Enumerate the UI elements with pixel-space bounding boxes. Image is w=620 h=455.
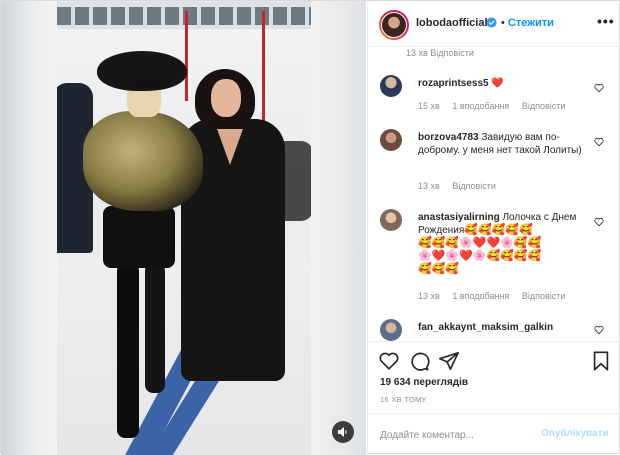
post-video[interactable]: [1, 1, 366, 455]
author-avatar[interactable]: [379, 10, 409, 40]
comment-emojis: 🥰🥰🥰: [418, 263, 460, 275]
heart-icon[interactable]: [594, 137, 604, 147]
reply-button[interactable]: Відповісти: [522, 101, 566, 111]
comment-text: borzova4783 Завидую вам по-доброму. у ме…: [418, 131, 588, 157]
commenter-avatar[interactable]: [380, 209, 402, 231]
comment-emojis: 🥰🥰🥰🥰🥰: [464, 224, 533, 236]
ceiling-lights: [57, 7, 311, 25]
post-header: lobodaofficial • Стежити •••: [368, 1, 620, 47]
woman-sunglasses: [135, 81, 161, 88]
comment-meta: 13 хв 1 вподобання Відповісти: [418, 291, 575, 301]
commenter-username[interactable]: fan_akkaynt_maksim_galkin: [418, 322, 553, 333]
comments-list[interactable]: 13 хв Відповісти rozaprintsess5 ❤️ 15 хв…: [368, 47, 620, 341]
comment-meta: 15 хв 1 вподобання Відповісти: [418, 101, 575, 111]
comment-time: 15 хв: [418, 101, 440, 111]
video-blur-left: [1, 1, 57, 455]
view-count[interactable]: 19 634 переглядів: [380, 377, 468, 388]
comment-text: rozaprintsess5 ❤️: [418, 77, 588, 90]
comment-emojis: 🌸❤️🌸❤️🌸🥰🥰🥰🥰: [418, 250, 542, 262]
avatar-image: [381, 12, 407, 38]
publish-button[interactable]: Опублікувати: [541, 428, 609, 439]
woman-gold-ruffle-top: [83, 111, 203, 211]
partial-comment-meta: 13 хв Відповісти: [406, 48, 474, 58]
comment-time: 13 хв: [418, 291, 440, 301]
comment-emojis: 🥰🥰🥰🌸❤️❤️🌸🥰🥰: [418, 237, 542, 249]
reply-button[interactable]: Відповісти: [522, 291, 566, 301]
video-blur-right: [311, 1, 366, 455]
commenter-avatar[interactable]: [380, 129, 402, 151]
commenter-avatar[interactable]: [380, 319, 402, 341]
heart-icon[interactable]: [594, 217, 604, 227]
woman-boot: [145, 263, 165, 393]
comment-icon[interactable]: [408, 350, 430, 372]
follow-separator: •: [501, 17, 505, 29]
post-side-panel: lobodaofficial • Стежити ••• 13 хв Відпо…: [367, 1, 620, 455]
comment-likes[interactable]: 1 вподобання: [452, 101, 509, 111]
verified-icon: [486, 17, 497, 28]
commenter-username[interactable]: anastasiyalirning: [418, 212, 500, 223]
comment-meta: 13 хв Відповісти: [418, 181, 506, 191]
comment-time: 13 хв: [418, 181, 440, 191]
comment-input[interactable]: [380, 426, 540, 444]
follow-button[interactable]: Стежити: [508, 17, 554, 29]
heart-icon[interactable]: [594, 325, 604, 335]
more-options-button[interactable]: •••: [597, 13, 615, 29]
comment-text: anastasiyalirning Лолочка с Днем Рождени…: [418, 211, 588, 276]
sound-icon: [338, 427, 347, 437]
commenter-username[interactable]: borzova4783: [418, 132, 479, 143]
heart-icon[interactable]: [594, 83, 604, 93]
commenter-avatar[interactable]: [380, 75, 402, 97]
red-cable: [262, 11, 265, 121]
add-comment-bar: Опублікувати: [368, 413, 620, 455]
author-username[interactable]: lobodaofficial: [416, 17, 488, 29]
woman-boot: [117, 263, 139, 438]
follow-area: • Стежити: [501, 17, 554, 29]
sound-toggle-button[interactable]: [332, 421, 354, 443]
instagram-post: lobodaofficial • Стежити ••• 13 хв Відпо…: [0, 0, 620, 455]
video-frame: [57, 1, 311, 455]
comment-likes[interactable]: 1 вподобання: [452, 291, 509, 301]
comment-content: ❤️: [491, 78, 504, 89]
reply-button[interactable]: Відповісти: [452, 181, 496, 191]
post-timestamp[interactable]: 16 ХВ ТОМУ: [380, 395, 427, 404]
commenter-username[interactable]: rozaprintsess5: [418, 78, 489, 89]
share-icon[interactable]: [438, 350, 460, 372]
like-icon[interactable]: [378, 350, 400, 372]
woman-black-skirt: [103, 206, 175, 268]
comment-text: fan_akkaynt_maksim_galkin: [418, 321, 588, 334]
save-icon[interactable]: [590, 350, 612, 372]
red-cable: [185, 11, 188, 101]
action-bar: [368, 341, 620, 381]
woman-face: [211, 79, 241, 117]
